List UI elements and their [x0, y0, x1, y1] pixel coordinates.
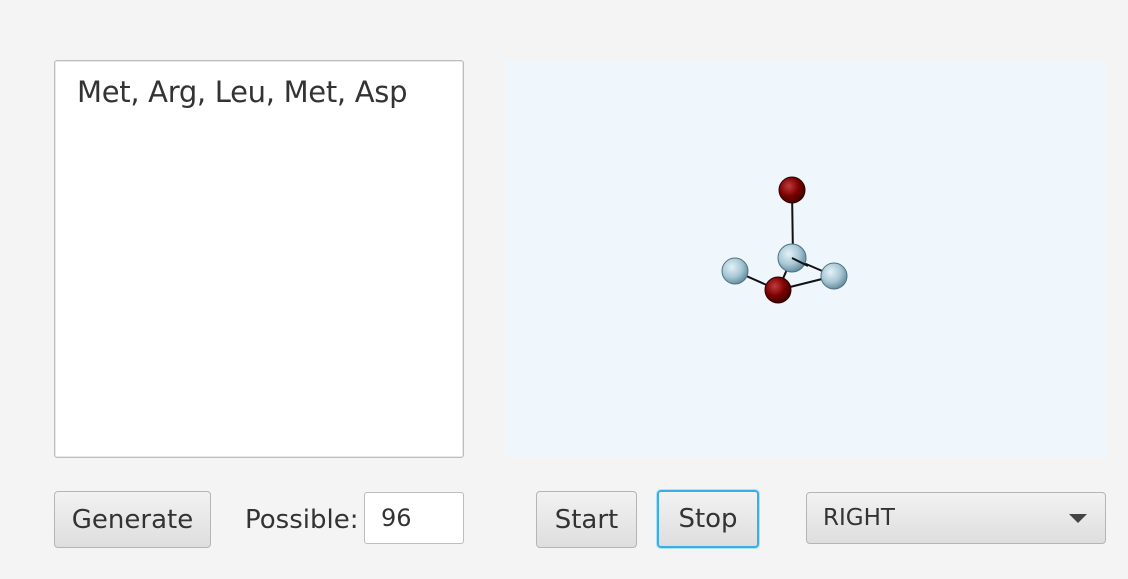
sequence-text: Met, Arg, Leu, Met, Asp — [77, 75, 408, 109]
direction-value: RIGHT — [823, 505, 895, 531]
atom-oxygen-bottom — [764, 276, 792, 304]
possible-label: Possible: — [245, 505, 359, 535]
stop-button[interactable]: Stop — [657, 490, 759, 548]
direction-dropdown[interactable]: RIGHT — [806, 492, 1106, 544]
molecule-canvas — [721, 176, 848, 304]
generate-button[interactable]: Generate — [54, 491, 211, 548]
atom-carbon-left — [721, 257, 749, 285]
atom-oxygen-top — [778, 176, 806, 204]
chevron-down-icon — [1069, 513, 1087, 523]
start-button[interactable]: Start — [536, 491, 637, 548]
sequence-text-area[interactable]: Met, Arg, Leu, Met, Asp — [54, 60, 464, 458]
molecule-3d-viewer[interactable] — [505, 60, 1108, 458]
atom-carbon-right — [820, 262, 848, 290]
possible-count-field[interactable] — [364, 492, 464, 544]
